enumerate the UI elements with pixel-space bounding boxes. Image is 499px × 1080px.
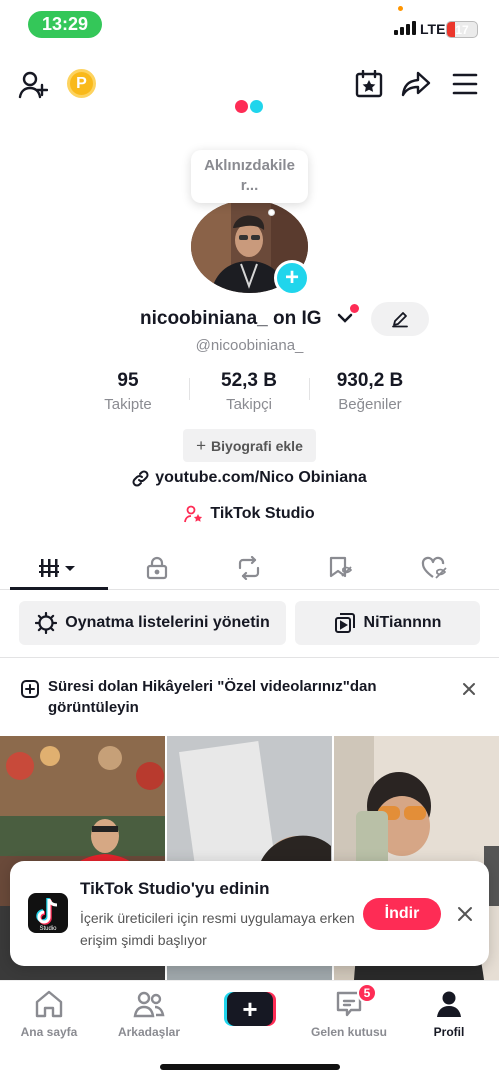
liked-hidden-icon	[421, 556, 447, 579]
close-icon[interactable]	[457, 906, 473, 922]
nav-friends-label: Arkadaşlar	[117, 1025, 181, 1039]
playlist-label: NiTiannnn	[363, 614, 442, 631]
stat-likes-label: Beğeniler	[338, 396, 402, 413]
thoughts-tooltip[interactable]: Aklınızdakiler...	[191, 150, 308, 203]
home-indicator	[160, 1064, 340, 1070]
promo-description: İçerik üreticileri için resmi uygulamaya…	[80, 910, 355, 948]
tiktok-studio-label: TikTok Studio	[210, 505, 315, 522]
add-bio-button[interactable]: + Biyografi ekle	[183, 429, 316, 462]
nav-friends[interactable]: Arkadaşlar	[104, 989, 194, 1039]
stat-following-label: Takipte	[104, 396, 152, 413]
profile-link-text: youtube.com/Nico Obiniana	[155, 469, 367, 486]
add-square-icon	[20, 679, 40, 699]
stat-followers-label: Takipçi	[226, 396, 272, 413]
close-icon[interactable]	[461, 681, 477, 697]
profile-handle: @nicoobiniana_	[195, 337, 304, 354]
tab-videos[interactable]	[29, 552, 89, 584]
studio-promo-card[interactable]: Studio TikTok Studio'yu edinin İçerik ür…	[10, 861, 489, 966]
share-icon[interactable]	[401, 70, 431, 98]
tooltip-text: Aklınızdakiler...	[204, 157, 295, 194]
chevron-down-icon[interactable]	[337, 312, 353, 324]
pencil-icon	[392, 312, 408, 328]
playlist-icon	[334, 613, 355, 633]
stat-likes-value: 930,2 B	[336, 370, 404, 391]
manage-playlists-label: Oynatma listelerini yönetin	[65, 614, 270, 631]
battery-level: 17	[447, 22, 477, 37]
status-time: 13:29	[28, 11, 102, 38]
inbox-icon	[304, 989, 394, 1019]
nav-home[interactable]: Ana sayfa	[4, 989, 94, 1039]
logo-dot-cyan	[250, 100, 263, 113]
create-button[interactable]: +	[224, 992, 276, 1026]
coin-icon[interactable]: P	[67, 69, 96, 98]
person-star-icon	[184, 505, 203, 523]
profile-link[interactable]: youtube.com/Nico Obiniana	[0, 469, 499, 487]
nav-home-label: Ana sayfa	[20, 1025, 78, 1039]
privacy-indicator-dot	[398, 6, 403, 11]
add-bio-label: Biyografi ekle	[211, 437, 303, 454]
videos-grid-icon	[39, 559, 75, 577]
nav-inbox-label: Gelen kutusu	[310, 1025, 387, 1039]
tab-favorites[interactable]	[311, 552, 371, 584]
tab-liked[interactable]	[405, 552, 465, 584]
edit-profile-button[interactable]	[371, 302, 429, 336]
tab-private[interactable]	[127, 552, 187, 584]
divider	[0, 657, 499, 658]
home-icon	[4, 989, 94, 1019]
nav-profile-label: Profil	[433, 1025, 465, 1039]
plus-icon: +	[196, 435, 207, 455]
tiktok-studio-link[interactable]: TikTok Studio	[0, 505, 499, 523]
hamburger-icon[interactable]	[452, 73, 478, 95]
active-tab-indicator	[10, 587, 108, 590]
stat-following-value: 95	[117, 370, 139, 391]
stat-followers-value: 52,3 B	[221, 370, 277, 391]
person-add-icon[interactable]	[18, 70, 48, 100]
logo-dot-red	[235, 100, 248, 113]
network-type: LTE	[420, 21, 446, 37]
bookmark-hidden-icon	[329, 556, 352, 578]
create-plus-icon: +	[227, 992, 273, 1026]
stat-likes[interactable]: 930,2 B Beğeniler	[310, 370, 430, 413]
nav-inbox[interactable]: Gelen kutusu	[304, 989, 394, 1039]
tooltip-tail	[268, 209, 275, 216]
tab-reposts[interactable]	[219, 552, 279, 584]
lock-icon	[146, 556, 168, 580]
content-tabs	[0, 548, 499, 590]
manage-playlists-button[interactable]: Oynatma listelerini yönetin	[19, 601, 286, 645]
studio-logo-text: Studio	[39, 926, 57, 932]
profile-icon	[404, 989, 494, 1019]
download-button[interactable]: İndir	[363, 898, 441, 930]
repost-icon	[238, 556, 260, 580]
signal-icon	[394, 21, 416, 35]
nav-profile[interactable]: Profil	[404, 989, 494, 1039]
gear-icon	[35, 612, 58, 634]
tiktok-studio-logo: Studio	[28, 893, 68, 933]
friends-icon	[104, 989, 194, 1019]
link-icon	[132, 469, 149, 487]
stat-followers[interactable]: 52,3 B Takipçi	[189, 370, 309, 413]
calendar-star-icon[interactable]	[355, 70, 383, 98]
inbox-badge: 5	[357, 983, 377, 1003]
profile-username: nicoobiniana_ on IG	[140, 308, 322, 329]
notification-dot	[350, 304, 359, 313]
stat-following[interactable]: 95 Takipte	[68, 370, 188, 413]
expired-stories-notice[interactable]: Süresi dolan Hikâyeleri "Özel videoların…	[48, 676, 428, 718]
playlist-button[interactable]: NiTiannnn	[295, 601, 480, 645]
battery-indicator: 17	[446, 21, 478, 38]
promo-title: TikTok Studio'yu edinin	[80, 879, 270, 898]
add-story-button[interactable]: +	[274, 260, 310, 296]
